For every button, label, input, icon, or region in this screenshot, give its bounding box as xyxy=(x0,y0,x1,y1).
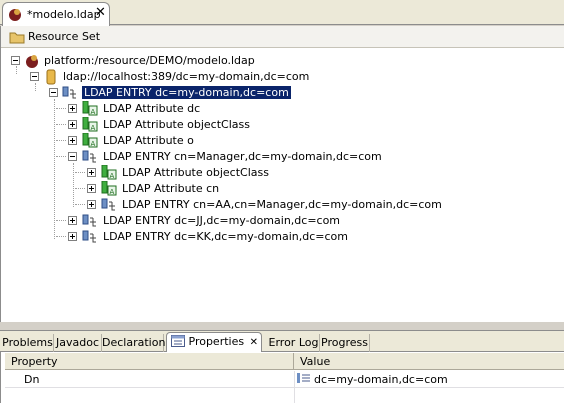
tree-connector xyxy=(75,172,85,173)
views-tab-bar: Problems Javadoc Declaration Properties … xyxy=(0,330,564,353)
row-divider xyxy=(5,387,564,388)
collapse-toggle[interactable] xyxy=(11,56,20,65)
table-row[interactable]: Dn dc=my-domain,dc=com xyxy=(5,371,564,387)
tree-connector xyxy=(56,236,66,237)
column-header-label: Property xyxy=(11,355,58,368)
server-icon xyxy=(46,69,56,85)
tree-connector xyxy=(35,83,36,91)
close-icon[interactable]: ✕ xyxy=(95,5,106,20)
tree-node-label: ldap://localhost:389/dc=my-domain,dc=com xyxy=(63,70,310,83)
tree-connector xyxy=(56,124,66,125)
tab-javadoc[interactable]: Javadoc xyxy=(54,334,102,352)
properties-icon xyxy=(171,335,185,347)
platform-icon xyxy=(26,55,38,68)
expand-toggle[interactable] xyxy=(87,184,96,193)
ldap-attribute-icon: A xyxy=(101,181,117,196)
expand-toggle[interactable] xyxy=(87,168,96,177)
tree-connector xyxy=(56,220,66,221)
expand-toggle[interactable] xyxy=(68,216,77,225)
ldap-attribute-icon: A xyxy=(101,165,117,180)
tab-label: Error Log xyxy=(268,336,319,349)
expand-toggle[interactable] xyxy=(87,200,96,209)
text-value-icon xyxy=(297,373,310,383)
tree-node-label: LDAP Attribute o xyxy=(103,134,194,147)
tab-label: Declaration xyxy=(102,336,166,349)
tree-node-label: LDAP ENTRY dc=KK,dc=my-domain,dc=com xyxy=(103,230,348,243)
tab-properties[interactable]: Properties ✕ xyxy=(166,332,262,353)
tab-label: Problems xyxy=(2,336,53,349)
tree-connector xyxy=(75,204,85,205)
tab-problems[interactable]: Problems xyxy=(2,334,54,352)
tree-connector xyxy=(56,140,66,141)
property-name: Dn xyxy=(24,373,40,386)
column-header-value[interactable]: Value xyxy=(294,353,564,370)
property-value[interactable]: dc=my-domain,dc=com xyxy=(314,373,448,386)
tree-connector xyxy=(56,156,66,157)
ldap-model-icon xyxy=(9,9,21,21)
tree-connector xyxy=(75,188,85,189)
tab-label: Progress xyxy=(321,336,368,349)
tab-error-log[interactable]: Error Log xyxy=(268,334,320,352)
column-header-property[interactable]: Property xyxy=(5,353,294,370)
tab-declaration[interactable]: Declaration xyxy=(102,334,166,352)
tab-label: Properties xyxy=(188,335,245,348)
tree-node-label: platform:/resource/DEMO/modelo.ldap xyxy=(44,54,255,67)
tab-label: Javadoc xyxy=(56,336,99,349)
editor-tab-label: *modelo.ldap xyxy=(27,8,101,21)
resource-set-header: Resource Set xyxy=(1,26,564,48)
expand-toggle[interactable] xyxy=(68,136,77,145)
ldap-attribute-icon: A xyxy=(82,101,98,116)
tree-node-label: LDAP ENTRY cn=Manager,dc=my-domain,dc=co… xyxy=(103,150,382,163)
ldap-entry-icon xyxy=(82,214,96,227)
expand-toggle[interactable] xyxy=(68,120,77,129)
ldap-entry-icon xyxy=(82,150,96,163)
svg-text:A: A xyxy=(91,124,96,132)
tree-connector xyxy=(16,66,17,74)
folder-icon xyxy=(9,32,25,44)
collapse-toggle[interactable] xyxy=(30,72,39,81)
svg-text:A: A xyxy=(110,188,115,196)
tree-node-label: LDAP Attribute cn xyxy=(122,182,220,195)
collapse-toggle[interactable] xyxy=(49,88,58,97)
svg-text:A: A xyxy=(91,108,96,116)
tab-progress[interactable]: Progress xyxy=(320,334,370,352)
ldap-entry-icon xyxy=(101,198,115,211)
tree-connector xyxy=(56,108,66,109)
tree-node-label: LDAP Attribute dc xyxy=(103,102,201,115)
tree-node-label: LDAP Attribute objectClass xyxy=(103,118,250,131)
svg-text:A: A xyxy=(110,172,115,180)
tree-node-label: LDAP ENTRY cn=AA,cn=Manager,dc=my-domain… xyxy=(122,198,442,211)
resource-set-label: Resource Set xyxy=(28,30,101,43)
tree-node-label: LDAP Attribute objectClass xyxy=(122,166,269,179)
expand-toggle[interactable] xyxy=(68,104,77,113)
ldap-entry-icon xyxy=(82,230,96,243)
tree-connector xyxy=(54,99,55,239)
svg-text:A: A xyxy=(91,140,96,148)
ldap-attribute-icon: A xyxy=(82,133,98,148)
ldap-entry-icon xyxy=(62,86,76,99)
properties-table: Property Value Dn dc=my-domain,dc=com xyxy=(0,352,564,403)
tree-node-label: LDAP ENTRY dc=JJ,dc=my-domain,dc=com xyxy=(103,214,341,227)
tree-node-label: LDAP ENTRY dc=my-domain,dc=com xyxy=(82,86,291,99)
expand-toggle[interactable] xyxy=(68,232,77,241)
editor-pane: Resource Set platform:/resource/DEMO/mod… xyxy=(0,26,564,322)
collapse-toggle[interactable] xyxy=(68,152,77,161)
close-icon[interactable]: ✕ xyxy=(250,337,258,348)
editor-tab-bar: *modelo.ldap ✕ xyxy=(0,0,564,26)
column-header-label: Value xyxy=(300,355,331,368)
ldap-attribute-icon: A xyxy=(82,117,98,132)
editor-tab-modelo[interactable]: *modelo.ldap ✕ xyxy=(2,2,110,26)
tree-connector xyxy=(73,163,74,207)
